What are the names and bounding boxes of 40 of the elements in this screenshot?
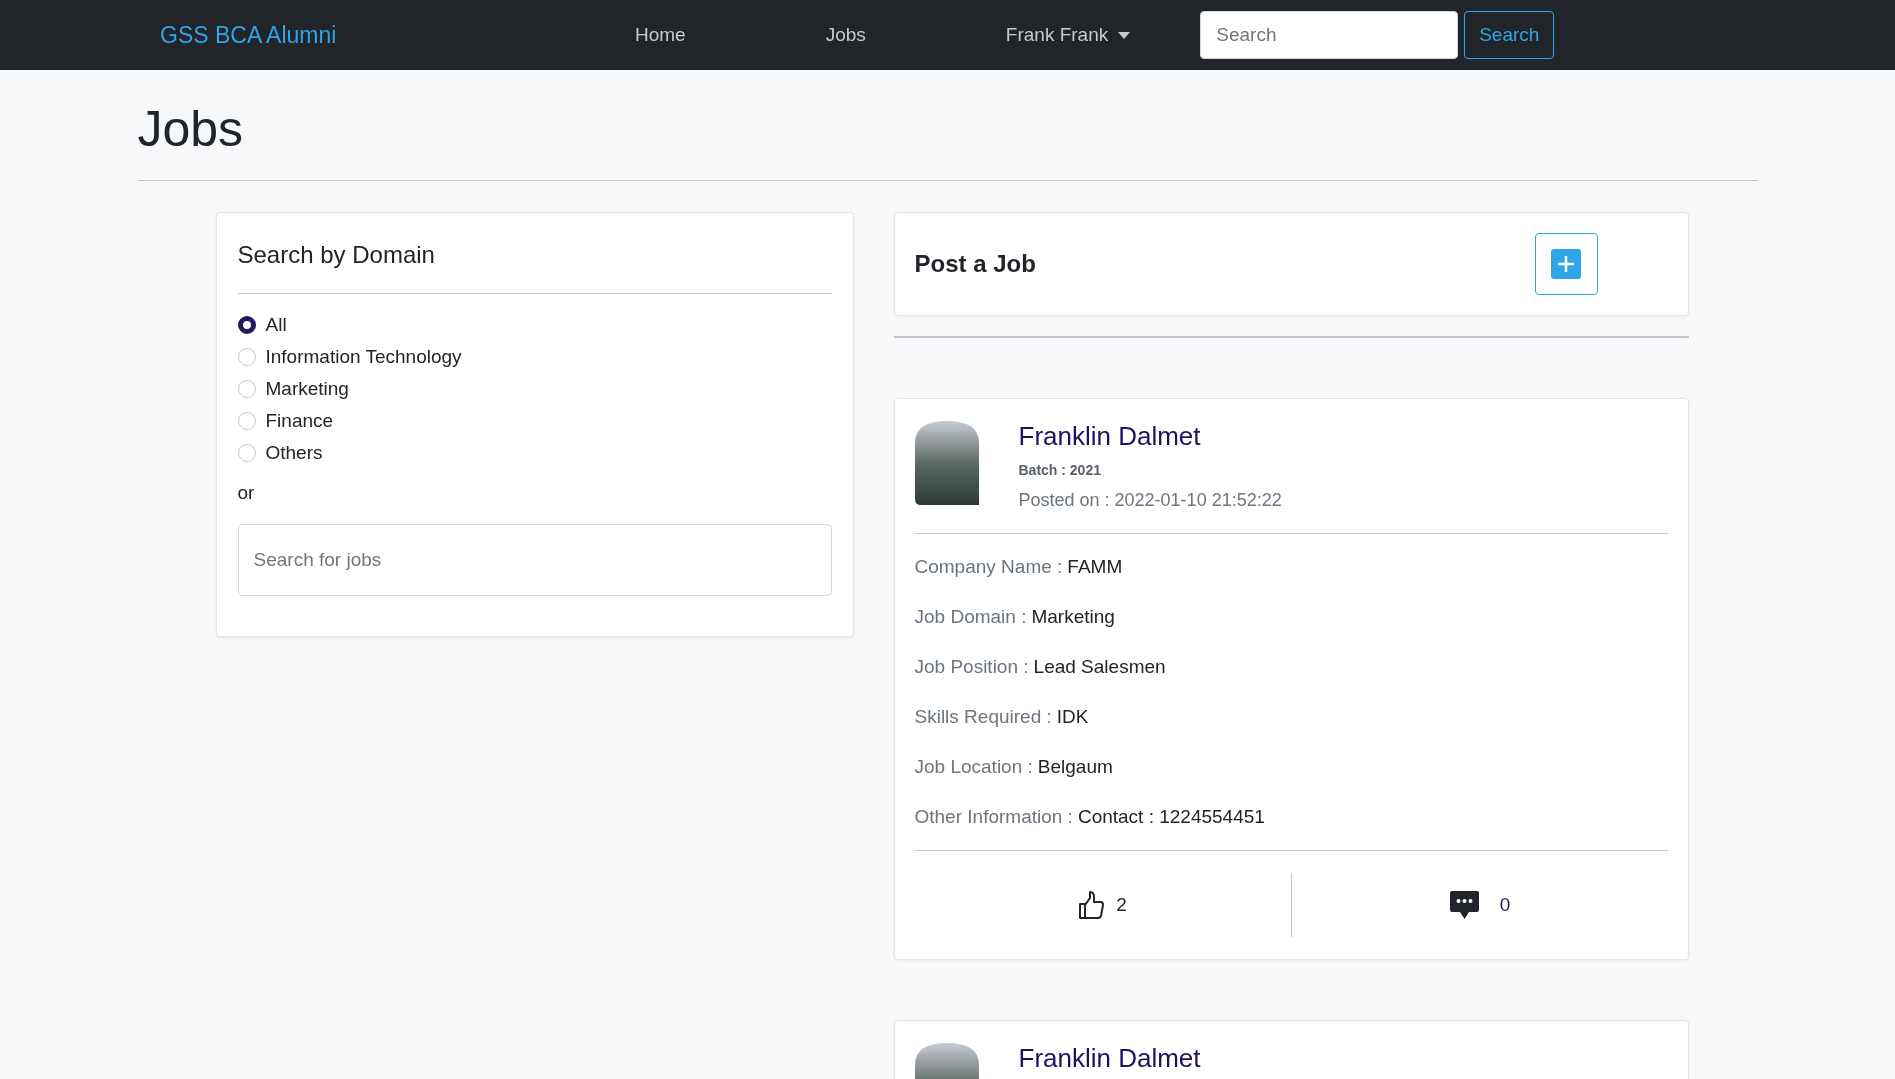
domain-option[interactable]: Marketing: [237, 378, 832, 400]
author-name[interactable]: Franklin Dalmet: [1018, 421, 1282, 452]
field-label: Company Name :: [914, 556, 1063, 578]
batch-text: Batch : 2021: [1018, 462, 1102, 478]
user-menu[interactable]: Frank Frank: [1005, 24, 1131, 46]
field-value: FAMM: [1067, 556, 1123, 578]
field-label: Job Location :: [914, 756, 1033, 778]
or-text: or: [237, 482, 256, 504]
filter-title: Search by Domain: [237, 241, 436, 269]
comment-button[interactable]: 0: [1448, 890, 1511, 920]
domain-option[interactable]: Others: [237, 442, 832, 464]
field-value: IDK: [1056, 706, 1089, 728]
brand-link[interactable]: GSS BCA Alumni: [160, 21, 337, 48]
author-name[interactable]: Franklin Dalmet: [1018, 1043, 1201, 1074]
domain-option[interactable]: Finance: [237, 410, 832, 432]
field-value: Marketing: [1031, 606, 1115, 628]
like-button[interactable]: 2: [1078, 890, 1127, 920]
domain-option[interactable]: All: [237, 314, 832, 336]
field-label: Other Information :: [914, 806, 1073, 828]
search-button[interactable]: Search: [1464, 11, 1555, 59]
field-value: Contact : 1224554451: [1077, 806, 1265, 828]
comment-icon: [1448, 890, 1480, 920]
job-search-field[interactable]: Search for jobs: [237, 524, 832, 596]
caret-icon: [1118, 31, 1131, 39]
radio-button[interactable]: [237, 316, 256, 334]
field-value: Lead Salesmen: [1033, 656, 1166, 678]
plus-icon: [1551, 249, 1581, 279]
search-field[interactable]: Search: [1200, 11, 1459, 59]
field-label: Skills Required :: [914, 706, 1052, 728]
field-label: Job Domain :: [914, 606, 1027, 628]
post-job-title: Post a Job: [914, 250, 1037, 278]
nav-link[interactable]: Jobs: [825, 24, 866, 46]
page-title: Jobs: [137, 104, 245, 154]
domain-option[interactable]: Information Technology: [237, 346, 832, 368]
add-job-button[interactable]: [1534, 233, 1598, 295]
field-value: Belgaum: [1037, 756, 1113, 778]
posted-date: Posted on : 2022-01-10 21:52:22: [1018, 490, 1282, 511]
field-label: Job Position :: [914, 656, 1029, 678]
thumbs-up-icon: [1078, 890, 1105, 920]
nav-link[interactable]: Home: [635, 24, 686, 46]
